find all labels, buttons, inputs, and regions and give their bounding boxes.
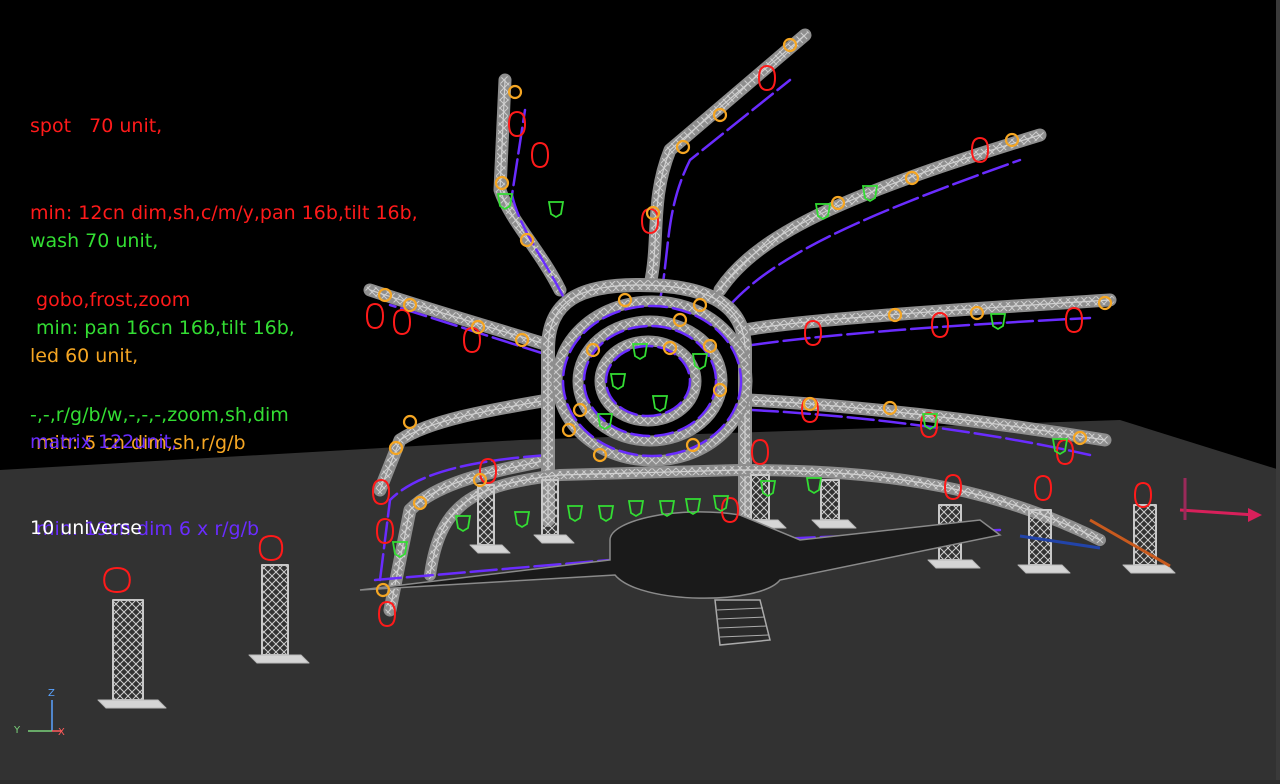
universe-legend-line: 10 universe bbox=[30, 517, 142, 539]
truss-tower bbox=[112, 599, 144, 701]
tower-base bbox=[97, 699, 167, 709]
spot-legend-line: spot 70 unit, bbox=[30, 115, 163, 137]
stage-stairs bbox=[714, 599, 771, 646]
truss-segment bbox=[645, 30, 810, 290]
spot-fixture bbox=[508, 110, 527, 138]
truss-segment bbox=[649, 34, 806, 286]
tower-base bbox=[248, 654, 310, 664]
wash-fixture bbox=[651, 395, 669, 413]
viewport-frame-right bbox=[1276, 0, 1280, 784]
axis-y-label: Y bbox=[14, 725, 21, 736]
led-fixture bbox=[402, 414, 418, 430]
viewport-frame-bottom bbox=[0, 780, 1280, 784]
axis-z-label: Z bbox=[48, 688, 55, 699]
truss-tower bbox=[261, 564, 289, 656]
matrix-legend-line: matrix 122unit, bbox=[30, 431, 178, 453]
truss-segment bbox=[643, 28, 812, 292]
truss-segment bbox=[493, 73, 567, 297]
ring-matrix bbox=[561, 304, 743, 458]
universe-legend: 10 universe bbox=[30, 456, 142, 601]
wash-fixture bbox=[609, 373, 627, 391]
3d-viewport[interactable]: spot 70 unit, min: 12cn dim,sh,c/m/y,pan… bbox=[0, 0, 1280, 784]
tower-base bbox=[811, 519, 857, 529]
led-legend-line: led 60 unit, bbox=[30, 345, 139, 367]
spot-fixture bbox=[531, 141, 550, 169]
truss-tower bbox=[820, 479, 840, 521]
tower-base bbox=[1122, 564, 1176, 574]
tower-base bbox=[1017, 564, 1071, 574]
ring-truss bbox=[596, 337, 700, 425]
truss-tower bbox=[477, 484, 495, 546]
truss-segment bbox=[740, 295, 1115, 335]
truss-tower bbox=[541, 479, 559, 536]
wash-fixture bbox=[989, 313, 1007, 331]
ring-matrix bbox=[604, 344, 692, 418]
axis-x-label: X bbox=[58, 727, 65, 738]
tower-base bbox=[927, 559, 981, 569]
wash-fixture bbox=[691, 353, 709, 371]
wash-fixture bbox=[547, 201, 565, 219]
wash-legend-line: wash 70 unit, bbox=[30, 230, 159, 252]
